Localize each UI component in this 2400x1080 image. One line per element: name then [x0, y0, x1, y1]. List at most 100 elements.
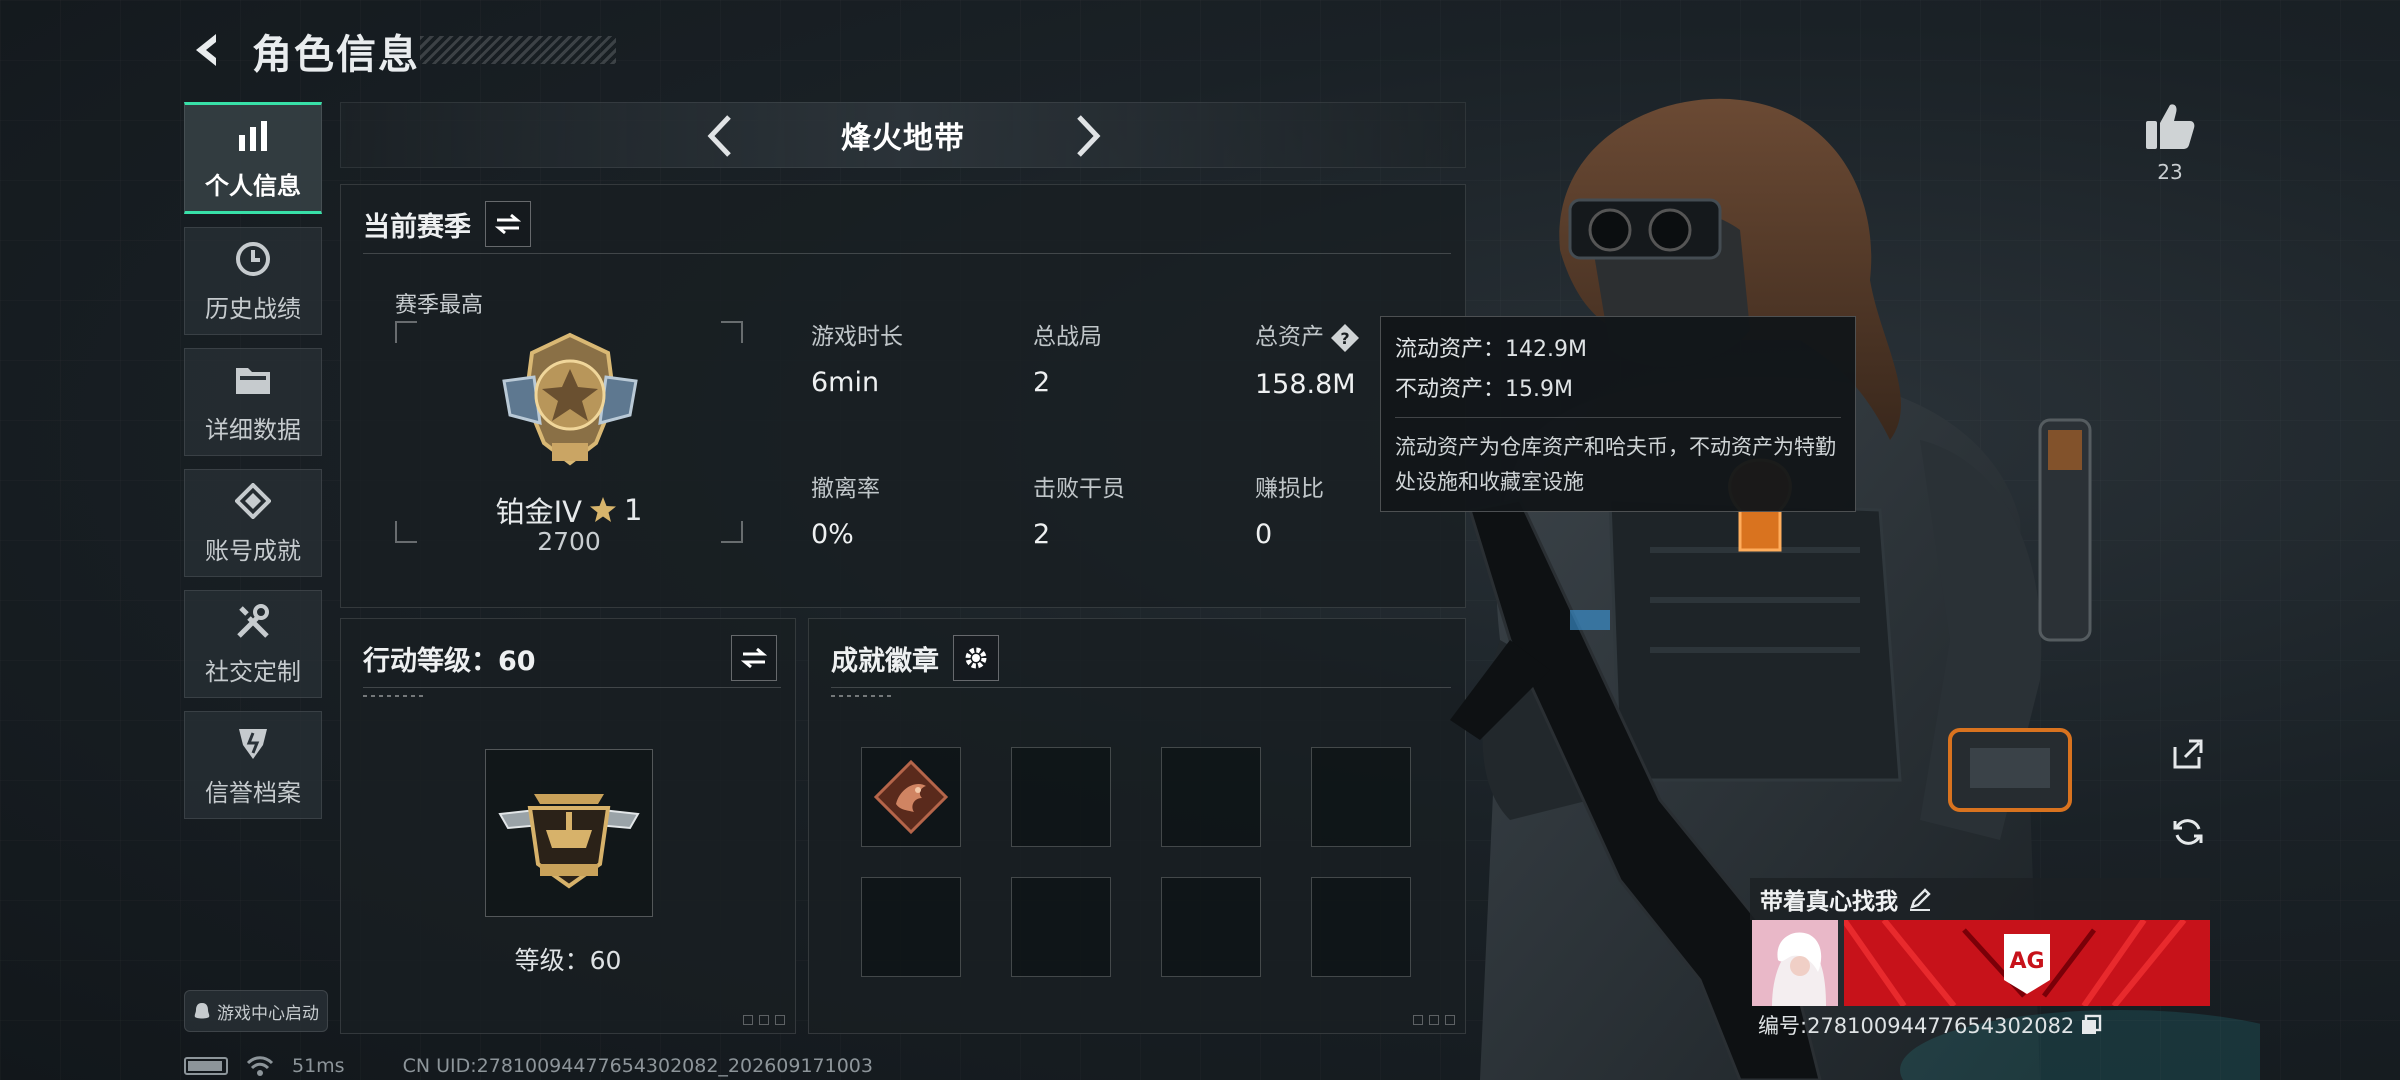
badges-title: 成就徽章 — [831, 645, 939, 677]
like-count: 23 — [2157, 160, 2183, 184]
player-name-row: 带着真心找我 — [1750, 878, 2210, 920]
team-banner-text: AG — [2009, 949, 2044, 974]
title-decoration — [420, 36, 616, 64]
switch-season-button[interactable] — [485, 201, 531, 247]
refresh-icon — [2173, 819, 2203, 845]
tooltip-fixed-label: 不动资产： — [1395, 377, 1506, 402]
stat-value: 2 — [1033, 519, 1051, 550]
nav-item-detailed-data[interactable]: 详细数据 — [184, 348, 322, 456]
game-center-label: 游戏中心启动 — [217, 1003, 319, 1024]
chevron-left-icon — [707, 115, 731, 157]
badge-slot-empty[interactable] — [861, 877, 961, 977]
edit-icon[interactable] — [1908, 887, 1932, 911]
back-button[interactable] — [182, 24, 234, 76]
prev-mode-button[interactable] — [693, 109, 747, 163]
avatar[interactable] — [1752, 920, 1838, 1006]
gear-icon — [965, 647, 987, 669]
nav-label: 个人信息 — [205, 171, 301, 200]
stat-label-text: 总资产 — [1255, 324, 1324, 350]
bar-chart-icon — [233, 116, 273, 156]
nav-label: 详细数据 — [205, 415, 301, 444]
player-name: 带着真心找我 — [1760, 889, 1898, 915]
stat-operators-defeated: 击败干员 2 — [1033, 469, 1233, 550]
current-season-panel: 当前赛季 赛季最高 铂金IV 1 2700 游戏时长 6min 总战局 2 总资… — [340, 184, 1466, 608]
nav-label: 社交定制 — [205, 657, 301, 686]
share-button[interactable] — [2164, 730, 2212, 778]
season-panel-header: 当前赛季 — [363, 201, 531, 247]
badge-slot[interactable] — [861, 747, 961, 847]
nav-item-social-custom[interactable]: 社交定制 — [184, 590, 322, 698]
svg-text:?: ? — [1340, 329, 1349, 348]
tooltip-liquid-value: 142.9M — [1505, 337, 1587, 362]
tooltip-liquid-label: 流动资产： — [1395, 337, 1506, 362]
badge-settings-button[interactable] — [953, 635, 999, 681]
folder-icon — [233, 360, 273, 400]
wifi-icon — [246, 1056, 274, 1076]
nav-label: 信誉档案 — [205, 778, 301, 807]
season-title: 当前赛季 — [363, 211, 471, 243]
stat-total-matches: 总战局 2 — [1033, 317, 1233, 398]
tooltip-divider — [1395, 417, 1841, 418]
mode-switcher: 烽火地带 — [340, 102, 1466, 168]
stat-play-time: 游戏时长 6min — [811, 317, 1011, 398]
page-title: 角色信息 — [252, 32, 420, 78]
rank-stars: 1 — [623, 493, 643, 527]
level-text: 等级：60 — [514, 946, 622, 975]
nav-label: 历史战绩 — [205, 294, 301, 323]
shield-icon — [233, 723, 273, 763]
player-card: 带着真心找我 AG 编号:27810094477654302082 — [1750, 878, 2210, 1038]
level-badge[interactable] — [485, 749, 653, 917]
rank-name: 铂金IV — [495, 495, 582, 529]
share-icon — [2173, 739, 2203, 769]
nav-label: 账号成就 — [205, 536, 301, 565]
stat-label: 击败干员 — [1033, 476, 1125, 502]
stat-label: 撤离率 — [811, 476, 880, 502]
assets-tooltip: 流动资产：142.9M 不动资产：15.9M 流动资产为仓库资产和哈夫币，不动资… — [1380, 316, 1856, 512]
badge-slot-empty[interactable] — [1011, 877, 1111, 977]
game-center-icon — [194, 1003, 210, 1019]
action-level-header: 行动等级：60 — [363, 635, 777, 681]
thumbs-up-icon — [2146, 104, 2195, 149]
star-icon — [589, 497, 616, 522]
nav-item-account-achievements[interactable]: 账号成就 — [184, 469, 322, 577]
stat-label: 总战局 — [1033, 324, 1102, 350]
game-center-launch-button[interactable]: 游戏中心启动 — [184, 990, 328, 1032]
player-id: 编号:27810094477654302082 — [1758, 1014, 2075, 1038]
badges-header: 成就徽章 — [831, 635, 999, 681]
badge-grid — [861, 747, 1411, 977]
rank-name-row: 铂金IV 1 — [395, 489, 743, 531]
badge-slot-empty[interactable] — [1161, 877, 1261, 977]
mode-title: 烽火地带 — [841, 121, 965, 156]
stat-label: 游戏时长 — [811, 324, 903, 350]
help-icon[interactable]: ? — [1330, 323, 1360, 353]
divider — [363, 687, 781, 688]
badge-slot-empty[interactable] — [1011, 747, 1111, 847]
stat-value: 2 — [1033, 367, 1051, 398]
stat-value: 6min — [811, 367, 880, 398]
nav-item-match-history[interactable]: 历史战绩 — [184, 227, 322, 335]
action-level-title: 行动等级：60 — [363, 645, 536, 677]
game-screen: 角色信息 个人信息 历史战绩 详细数据 账号成就 社交定制 信誉档案 游戏中心启… — [0, 0, 2400, 1080]
back-arrow-icon — [196, 34, 216, 66]
nav-item-reputation[interactable]: 信誉档案 — [184, 711, 322, 819]
clock-icon — [233, 239, 273, 279]
nav-item-personal-info[interactable]: 个人信息 — [184, 102, 322, 214]
achievement-icon — [233, 481, 273, 521]
tooltip-description: 流动资产为仓库资产和哈夫币，不动资产为特勤处设施和收藏室设施 — [1395, 435, 1836, 494]
swap-icon — [495, 213, 521, 235]
player-id-row: 编号:27810094477654302082 — [1758, 1010, 2102, 1040]
refresh-button[interactable] — [2164, 808, 2212, 856]
rank-points: 2700 — [537, 527, 601, 556]
switch-level-button[interactable] — [731, 635, 777, 681]
divider-dash — [831, 695, 891, 697]
rank-frame: 铂金IV 1 2700 — [395, 321, 743, 556]
ping-text: 51ms — [292, 1055, 345, 1077]
divider — [831, 687, 1451, 688]
stat-extraction-rate: 撤离率 0% — [811, 469, 1011, 550]
copy-icon[interactable] — [2080, 1014, 2102, 1036]
like-button[interactable] — [2140, 96, 2200, 156]
next-mode-button[interactable] — [1061, 109, 1115, 163]
tooltip-liquid-line: 流动资产：142.9M — [1395, 331, 1841, 371]
badge-slot-empty[interactable] — [1161, 747, 1261, 847]
season-best-label: 赛季最高 — [395, 293, 484, 318]
